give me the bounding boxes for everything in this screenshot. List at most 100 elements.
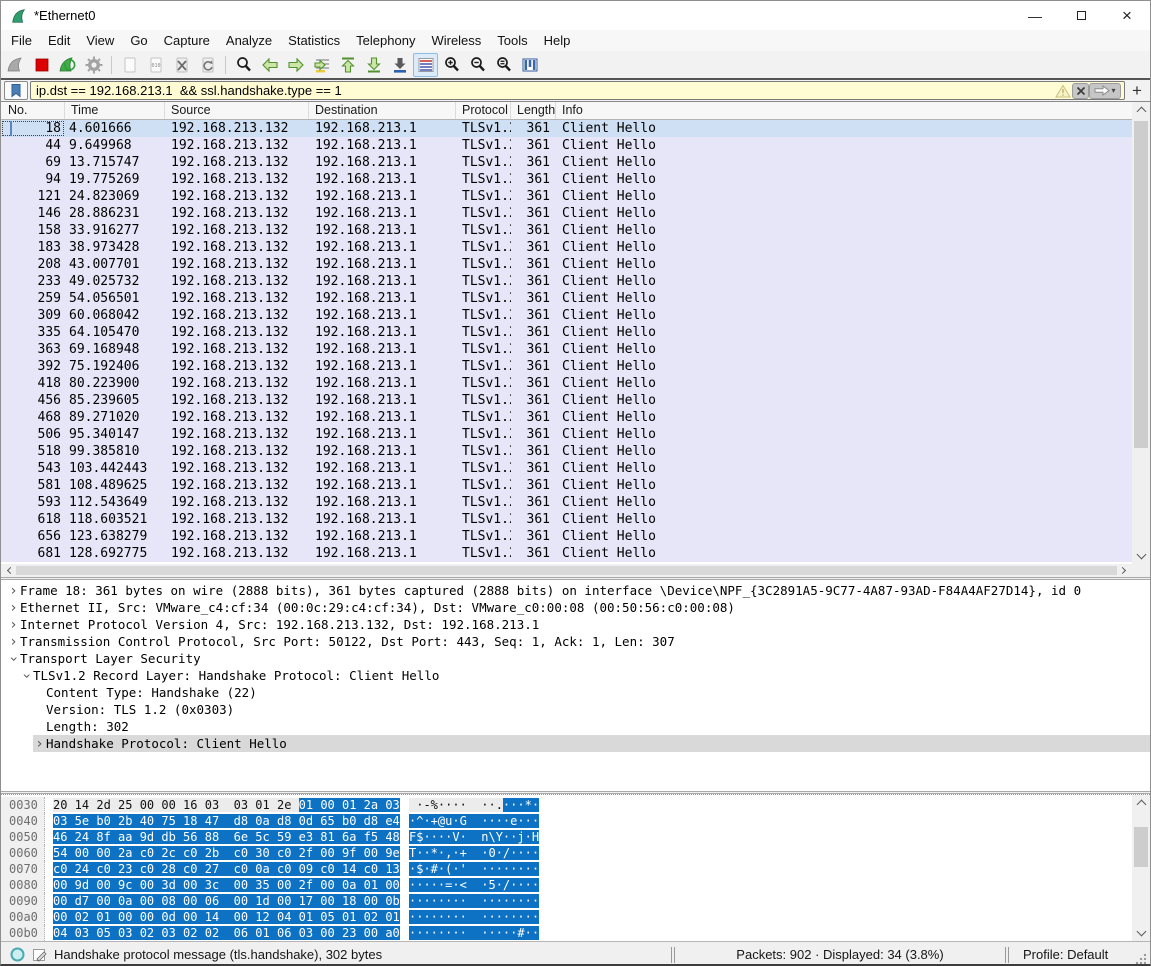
expand-arrow-icon[interactable]: › [33, 737, 46, 751]
collapse-arrow-icon[interactable]: › [20, 669, 34, 682]
detail-line[interactable]: ›TLSv1.2 Record Layer: Handshake Protoco… [1, 667, 1150, 684]
packet-row[interactable]: 581108.489625192.168.213.132192.168.213.… [1, 477, 1132, 494]
packet-row[interactable]: 618118.603521192.168.213.132192.168.213.… [1, 511, 1132, 528]
scroll-down-button[interactable] [1132, 925, 1150, 941]
packet-row[interactable]: 45685.239605192.168.213.132192.168.213.1… [1, 392, 1132, 409]
zoom-in-icon[interactable] [439, 53, 464, 77]
packet-row[interactable]: 6913.715747192.168.213.132192.168.213.1T… [1, 154, 1132, 171]
column-header-protocol[interactable]: Protocol [456, 102, 511, 119]
restart-capture-icon[interactable] [55, 53, 80, 77]
packet-row[interactable]: 681128.692775192.168.213.132192.168.213.… [1, 545, 1132, 562]
scrollbar-thumb[interactable] [1134, 827, 1148, 867]
hex-row[interactable]: 009000 d7 00 0a 00 08 00 06 00 1d 00 17 … [1, 893, 1150, 909]
collapse-arrow-icon[interactable]: › [7, 652, 21, 665]
packet-row[interactable]: 23349.025732192.168.213.132192.168.213.1… [1, 273, 1132, 290]
hex-row[interactable]: 00b004 03 05 03 02 03 02 02 06 01 06 03 … [1, 925, 1150, 941]
column-header-source[interactable]: Source [165, 102, 309, 119]
detail-line[interactable]: ›Transmission Control Protocol, Src Port… [1, 633, 1150, 650]
filter-apply-button[interactable]: ▾ [1089, 83, 1121, 99]
packet-row[interactable]: 46889.271020192.168.213.132192.168.213.1… [1, 409, 1132, 426]
packet-row[interactable]: 184.601666192.168.213.132192.168.213.1TL… [1, 120, 1132, 137]
expand-arrow-icon[interactable]: › [7, 635, 20, 649]
menu-telephony[interactable]: Telephony [348, 31, 423, 50]
packet-row[interactable]: 39275.192406192.168.213.132192.168.213.1… [1, 358, 1132, 375]
capture-comment-icon[interactable] [32, 947, 48, 963]
filter-dropdown-caret[interactable]: ▾ [1111, 86, 1115, 95]
hex-row[interactable]: 003020 14 2d 25 00 00 16 03 03 01 2e 01 … [1, 797, 1150, 813]
hex-row[interactable]: 00a000 02 01 00 00 0d 00 14 00 12 04 01 … [1, 909, 1150, 925]
scroll-up-button[interactable] [1132, 102, 1150, 118]
bytes-vscrollbar[interactable] [1132, 795, 1150, 941]
go-forward-icon[interactable] [283, 53, 308, 77]
menu-edit[interactable]: Edit [40, 31, 78, 50]
menu-tools[interactable]: Tools [489, 31, 535, 50]
packet-row[interactable]: 9419.775269192.168.213.132192.168.213.1T… [1, 171, 1132, 188]
menu-file[interactable]: File [3, 31, 40, 50]
packet-row[interactable]: 449.649968192.168.213.132192.168.213.1TL… [1, 137, 1132, 154]
hex-row[interactable]: 005046 24 8f aa 9d db 56 88 6e 5c 59 e3 … [1, 829, 1150, 845]
scroll-down-button[interactable] [1132, 548, 1150, 564]
resize-grip[interactable] [1135, 953, 1147, 965]
column-header-length[interactable]: Length [511, 102, 556, 119]
filter-clear-button[interactable] [1072, 83, 1089, 99]
packet-row[interactable]: 25954.056501192.168.213.132192.168.213.1… [1, 290, 1132, 307]
packet-row[interactable]: 18338.973428192.168.213.132192.168.213.1… [1, 239, 1132, 256]
profile-label[interactable]: Profile: Default [1015, 947, 1135, 962]
go-last-packet-icon[interactable] [361, 53, 386, 77]
start-capture-icon[interactable] [3, 53, 28, 77]
detail-line[interactable]: ›Transport Layer Security [1, 650, 1150, 667]
packet-row[interactable]: 51899.385810192.168.213.132192.168.213.1… [1, 443, 1132, 460]
detail-line[interactable]: ›Internet Protocol Version 4, Src: 192.1… [1, 616, 1150, 633]
packet-row[interactable]: 41880.223900192.168.213.132192.168.213.1… [1, 375, 1132, 392]
close-button[interactable]: × [1104, 1, 1150, 30]
detail-line[interactable]: ›Content Type: Handshake (22) [1, 684, 1150, 701]
maximize-button[interactable] [1058, 1, 1104, 30]
auto-scroll-icon[interactable] [387, 53, 412, 77]
packet-row[interactable]: 20843.007701192.168.213.132192.168.213.1… [1, 256, 1132, 273]
go-back-icon[interactable] [257, 53, 282, 77]
capture-options-icon[interactable] [81, 53, 106, 77]
colorize-packets-icon[interactable] [413, 53, 438, 77]
packet-row[interactable]: 543103.442443192.168.213.132192.168.213.… [1, 460, 1132, 477]
detail-line[interactable]: ›Version: TLS 1.2 (0x0303) [1, 701, 1150, 718]
detail-line[interactable]: ›Ethernet II, Src: VMware_c4:cf:34 (00:0… [1, 599, 1150, 616]
column-header-no[interactable]: No. [1, 102, 65, 119]
scrollbar-thumb[interactable] [1134, 121, 1148, 448]
detail-line[interactable]: ›Frame 18: 361 bytes on wire (2888 bits)… [1, 582, 1150, 599]
packet-list-hscrollbar[interactable] [1, 564, 1132, 577]
scroll-left-button[interactable] [1, 564, 17, 577]
hex-row[interactable]: 008000 9d 00 9c 00 3d 00 3c 00 35 00 2f … [1, 877, 1150, 893]
stop-capture-icon[interactable] [29, 53, 54, 77]
menu-capture[interactable]: Capture [156, 31, 218, 50]
packet-row[interactable]: 36369.168948192.168.213.132192.168.213.1… [1, 341, 1132, 358]
close-file-icon[interactable] [169, 53, 194, 77]
filter-add-button[interactable]: + [1127, 81, 1147, 100]
column-header-time[interactable]: Time [65, 102, 165, 119]
packet-row[interactable]: 14628.886231192.168.213.132192.168.213.1… [1, 205, 1132, 222]
menu-view[interactable]: View [78, 31, 122, 50]
find-packet-icon[interactable] [231, 53, 256, 77]
go-to-packet-icon[interactable] [309, 53, 334, 77]
scroll-right-button[interactable] [1116, 564, 1132, 577]
expert-info-icon[interactable] [9, 946, 26, 963]
hex-row[interactable]: 0070c0 24 c0 23 c0 28 c0 27 c0 0a c0 09 … [1, 861, 1150, 877]
packet-row[interactable]: 50695.340147192.168.213.132192.168.213.1… [1, 426, 1132, 443]
detail-line[interactable]: ›Handshake Protocol: Client Hello [33, 735, 1150, 752]
go-first-packet-icon[interactable] [335, 53, 360, 77]
packet-row[interactable]: 12124.823069192.168.213.132192.168.213.1… [1, 188, 1132, 205]
hscrollbar-thumb[interactable] [16, 566, 1117, 575]
resize-columns-icon[interactable] [517, 53, 542, 77]
expand-arrow-icon[interactable]: › [7, 584, 20, 598]
packet-list-vscrollbar[interactable] [1132, 102, 1150, 564]
menu-wireless[interactable]: Wireless [423, 31, 489, 50]
menu-analyze[interactable]: Analyze [218, 31, 280, 50]
packet-row[interactable]: 656123.638279192.168.213.132192.168.213.… [1, 528, 1132, 545]
zoom-reset-icon[interactable] [491, 53, 516, 77]
zoom-out-icon[interactable] [465, 53, 490, 77]
expand-arrow-icon[interactable]: › [7, 618, 20, 632]
menu-statistics[interactable]: Statistics [280, 31, 348, 50]
menu-go[interactable]: Go [122, 31, 155, 50]
packet-row[interactable]: 33564.105470192.168.213.132192.168.213.1… [1, 324, 1132, 341]
scroll-up-button[interactable] [1132, 795, 1150, 811]
menu-help[interactable]: Help [536, 31, 579, 50]
